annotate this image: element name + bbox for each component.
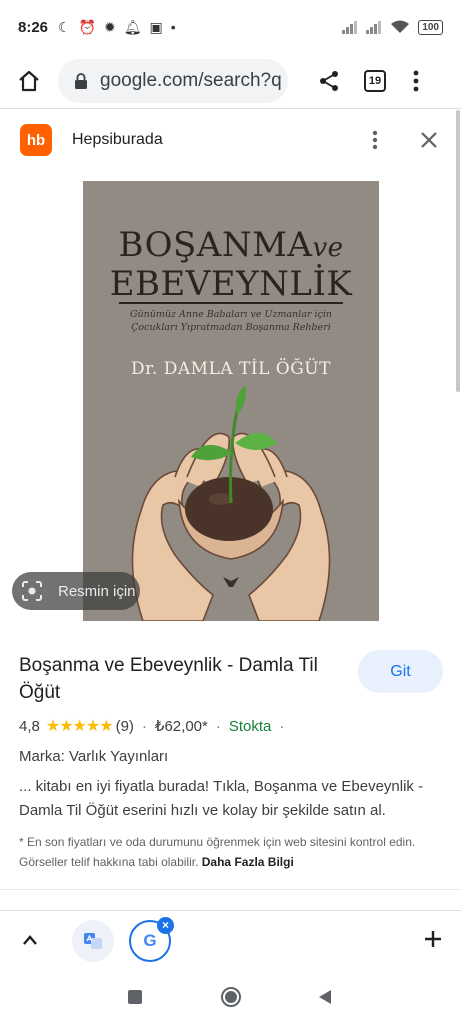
go-button[interactable]: Git bbox=[358, 650, 443, 693]
browser-toolbar: google.com/search?q 19 bbox=[0, 54, 461, 108]
lens-search-chip[interactable]: Resmin için bbox=[12, 572, 140, 610]
address-bar[interactable]: google.com/search?q bbox=[58, 59, 288, 103]
url-text: google.com/search?q bbox=[100, 70, 282, 91]
translate-icon bbox=[84, 933, 102, 949]
close-button[interactable] bbox=[417, 128, 441, 152]
review-count: (9) bbox=[115, 717, 134, 735]
recents-button[interactable] bbox=[128, 990, 142, 1004]
cover-title-ve: ve bbox=[312, 233, 344, 263]
source-header: hb Hepsiburada bbox=[0, 118, 461, 162]
separator-dot: · bbox=[279, 717, 285, 735]
wifi-icon bbox=[391, 20, 410, 33]
more-vert-icon bbox=[413, 70, 419, 92]
bottom-toolbar: G × bbox=[0, 912, 461, 970]
share-icon bbox=[320, 71, 338, 91]
plus-icon bbox=[425, 931, 441, 947]
nav-back-button[interactable] bbox=[316, 988, 334, 1006]
more-info-link[interactable]: Daha Fazla Bilgi bbox=[202, 855, 294, 869]
brand-line: Marka: Varlık Yayınları bbox=[19, 748, 169, 765]
cover-subtitle: Günümüz Anne Babaları ve Uzmanlar için Ç… bbox=[83, 308, 379, 334]
cover-subtitle-line1: Günümüz Anne Babaları ve Uzmanlar için bbox=[129, 309, 333, 320]
cover-subtitle-line2: Çocukları Yıpratmadan Boşanma Rehberi bbox=[131, 322, 331, 333]
product-description: ... kitabı en iyi fiyatla burada! Tıkla,… bbox=[19, 778, 424, 819]
product-title[interactable]: Boşanma ve Ebeveynlik - Damla Til Öğüt bbox=[19, 652, 339, 706]
battery-icon: 100 bbox=[418, 19, 443, 35]
source-more-button[interactable] bbox=[363, 125, 387, 155]
cover-title: BOŞANMAve EBEVEYNLİK bbox=[83, 227, 379, 302]
toolbar-divider bbox=[0, 108, 461, 109]
stock-status: Stokta bbox=[228, 717, 272, 735]
calendar-icon: ▣ bbox=[149, 18, 163, 35]
nav-home-button[interactable] bbox=[220, 986, 242, 1008]
cover-title-line2: EBEVEYNLİK bbox=[109, 264, 353, 304]
cover-title-line1: BOŞANMA bbox=[118, 225, 313, 265]
bottom-bar-divider bbox=[0, 910, 461, 911]
alarm-icon: ⏰ bbox=[78, 18, 97, 35]
system-nav-bar bbox=[0, 970, 461, 1024]
chevron-up-icon bbox=[23, 935, 37, 945]
browser-menu-button[interactable] bbox=[406, 66, 426, 96]
bell-icon: 🔔︎ bbox=[123, 18, 142, 35]
dot-icon: • bbox=[170, 19, 176, 35]
share-button[interactable] bbox=[314, 66, 344, 96]
signal-icon bbox=[342, 21, 358, 34]
lens-label: Resmin için bbox=[58, 582, 136, 600]
source-name[interactable]: Hepsiburada bbox=[72, 131, 163, 149]
tab-switcher-button[interactable]: 19 bbox=[364, 70, 386, 92]
expand-up-button[interactable] bbox=[18, 928, 42, 952]
price: ₺62,00* bbox=[154, 718, 208, 735]
moon-icon: ☾ bbox=[58, 18, 71, 35]
lock-icon bbox=[75, 73, 87, 89]
lens-icon bbox=[22, 581, 42, 601]
separator-dot: · bbox=[215, 717, 221, 735]
rating-value: 4,8 bbox=[19, 717, 40, 735]
add-button[interactable] bbox=[420, 926, 446, 952]
status-right-icons: 100 bbox=[342, 19, 443, 35]
rating-stars: ★★★★★ bbox=[45, 718, 114, 735]
status-left-icons: ☾ ⏰ ✹ 🔔︎ ▣ • bbox=[58, 19, 176, 36]
rating-row: 4,8 ★★★★★ (9) · ₺62,00* · Stokta · bbox=[19, 716, 292, 736]
home-icon bbox=[19, 70, 39, 92]
cover-author: Dr. DAMLA TİL ÖĞÜT bbox=[131, 359, 331, 379]
more-vert-icon bbox=[372, 130, 378, 150]
product-image[interactable]: BOŞANMAve EBEVEYNLİK Günümüz Anne Babala… bbox=[83, 181, 379, 621]
content-divider bbox=[0, 889, 461, 890]
disclaimer: * En son fiyatları ve oda durumunu öğren… bbox=[19, 832, 449, 872]
status-time: 8:26 bbox=[18, 18, 49, 36]
close-icon bbox=[421, 132, 437, 148]
signal-icon bbox=[366, 21, 382, 34]
google-g-icon: G bbox=[143, 931, 157, 950]
status-bar: 8:26 ☾ ⏰ ✹ 🔔︎ ▣ • 100 bbox=[0, 0, 461, 54]
hepsiburada-logo[interactable]: hb bbox=[20, 124, 52, 156]
bug-icon: ✹ bbox=[104, 18, 116, 35]
google-close-badge[interactable]: × bbox=[157, 917, 174, 934]
separator-dot: · bbox=[141, 717, 147, 735]
cover-rule bbox=[119, 302, 343, 304]
translate-button[interactable] bbox=[72, 920, 114, 962]
home-button[interactable] bbox=[10, 62, 48, 100]
